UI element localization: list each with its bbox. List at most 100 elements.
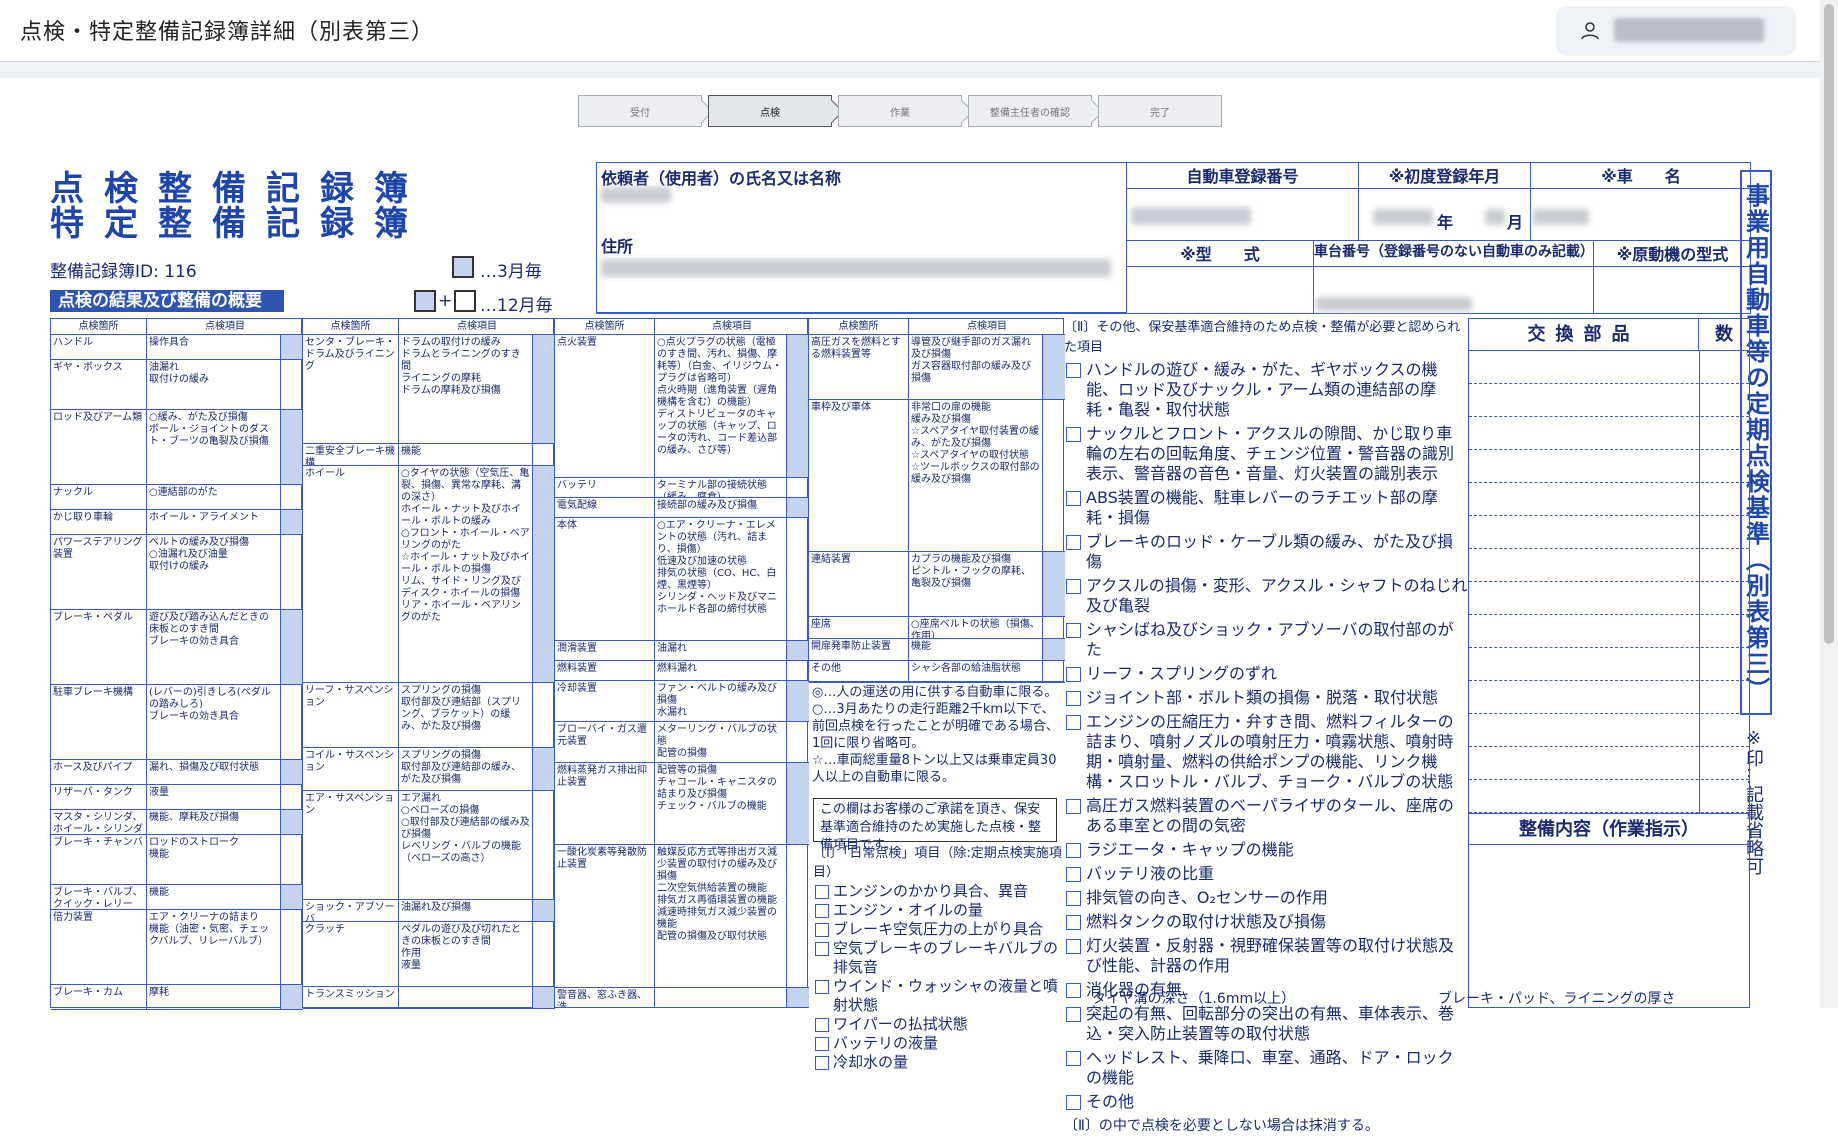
check-cell[interactable] bbox=[281, 760, 303, 785]
inspection-place: ハンドル bbox=[51, 335, 147, 360]
other-check-item[interactable]: 排気管の向き、O₂センサーの作用 bbox=[1064, 888, 1468, 908]
check-cell[interactable] bbox=[787, 661, 809, 681]
daily-check-item[interactable]: ブレーキ空気圧力の上がり具合 bbox=[813, 920, 1063, 939]
check-cell[interactable] bbox=[281, 610, 303, 685]
daily-check-item[interactable]: 冷却水の量 bbox=[813, 1053, 1063, 1072]
daily-check-item[interactable]: バッテリの液量 bbox=[813, 1034, 1063, 1053]
check-cell[interactable] bbox=[787, 722, 809, 763]
parts-row[interactable] bbox=[1469, 384, 1749, 417]
user-menu[interactable] bbox=[1556, 6, 1796, 56]
check-cell[interactable] bbox=[1043, 335, 1065, 400]
daily-check-item[interactable]: ウインド・ウォッシャの液量と噴射状態 bbox=[813, 977, 1063, 1015]
other-check-item[interactable]: シャシばね及びショック・アブソーバの取付部のがた bbox=[1064, 620, 1468, 660]
other-check-item[interactable]: バッテリ液の比重 bbox=[1064, 864, 1468, 884]
check-cell[interactable] bbox=[1043, 639, 1065, 661]
other-check-item[interactable]: ABS装置の機能、駐車レバーのラチエット部の摩耗・損傷 bbox=[1064, 488, 1468, 528]
other-check-item[interactable]: ヘッドレスト、乗降口、車室、通路、ドア・ロックの機能 bbox=[1064, 1048, 1468, 1088]
check-cell[interactable] bbox=[787, 478, 809, 498]
parts-row[interactable] bbox=[1469, 483, 1749, 516]
inspection-place: 本体 bbox=[555, 518, 655, 641]
check-cell[interactable] bbox=[281, 335, 303, 360]
parts-row[interactable] bbox=[1469, 516, 1749, 549]
check-cell[interactable] bbox=[533, 791, 555, 900]
check-cell[interactable] bbox=[1043, 552, 1065, 617]
other-check-item[interactable]: 突起の有無、回転部分の突出の有無、車体表示、巻込・突入防止装置等の取付状態 bbox=[1064, 1004, 1468, 1044]
parts-divider bbox=[1699, 516, 1700, 549]
check-cell[interactable] bbox=[533, 683, 555, 748]
other-heading: 〔Ⅱ〕その他、保安基準適合維持のため点検・整備が必要と認められた項目 bbox=[1064, 320, 1461, 355]
inspection-place: ブレーキ・チャンバ bbox=[51, 835, 147, 885]
inspection-item: ロッドのストローク 機能 bbox=[147, 835, 281, 885]
check-cell[interactable] bbox=[1043, 400, 1065, 552]
other-check-item[interactable]: エンジンの圧縮圧力・弁すき間、燃料フィルターの詰まり、噴射ノズルの噴射圧力・噴霧… bbox=[1064, 712, 1468, 792]
other-check-item[interactable]: その他 bbox=[1064, 1092, 1468, 1112]
legend-12m-box-b bbox=[454, 290, 476, 312]
other-check-item[interactable]: ナックルとフロント・アクスルの隙間、かじ取り車輪の左右の回転角度、チェンジ位置・… bbox=[1064, 424, 1468, 484]
inspection-grid-1: 点検箇所 点検項目 ハンドル 操作具合 ギヤ・ボックス 油漏れ 取付けの緩み ロッド及びアー… bbox=[50, 318, 303, 1010]
check-cell[interactable] bbox=[787, 763, 809, 845]
parts-row[interactable] bbox=[1469, 780, 1749, 813]
check-cell[interactable] bbox=[533, 466, 555, 683]
check-cell[interactable] bbox=[281, 685, 303, 760]
check-cell[interactable] bbox=[533, 987, 555, 1009]
parts-row[interactable] bbox=[1469, 549, 1749, 582]
check-cell[interactable] bbox=[533, 335, 555, 444]
parts-row[interactable] bbox=[1469, 582, 1749, 615]
check-cell[interactable] bbox=[1043, 661, 1065, 683]
check-cell[interactable] bbox=[787, 845, 809, 988]
check-cell[interactable] bbox=[281, 885, 303, 910]
parts-row[interactable] bbox=[1469, 747, 1749, 780]
inspection-item: メターリング・バルブの状態 配管の損傷 bbox=[655, 722, 787, 763]
check-cell[interactable] bbox=[281, 835, 303, 885]
parts-row[interactable] bbox=[1469, 351, 1749, 384]
parts-row[interactable] bbox=[1469, 648, 1749, 681]
check-cell[interactable] bbox=[787, 681, 809, 722]
inspection-item: 油漏れ及び損傷 bbox=[399, 900, 533, 922]
inspection-item: スプリングの損傷 取付部及び連結部の緩み、がた及び損傷 bbox=[399, 748, 533, 791]
parts-heading: 交換部品 bbox=[1469, 319, 1699, 351]
parts-row[interactable] bbox=[1469, 714, 1749, 747]
check-cell[interactable] bbox=[281, 510, 303, 535]
check-cell[interactable] bbox=[281, 785, 303, 810]
daily-check-item[interactable]: ワイパーの払拭状態 bbox=[813, 1015, 1063, 1034]
check-cell[interactable] bbox=[281, 810, 303, 835]
scroll-thumb[interactable] bbox=[1824, 4, 1834, 644]
other-check-item[interactable]: ブレーキのロッド・ケーブル類の緩み、がた及び損傷 bbox=[1064, 532, 1468, 572]
check-cell[interactable] bbox=[1043, 617, 1065, 639]
check-cell[interactable] bbox=[533, 900, 555, 922]
other-check-item[interactable]: アクスルの損傷・変形、アクスル・シャフトのねじれ及び亀裂 bbox=[1064, 576, 1468, 616]
check-cell[interactable] bbox=[281, 360, 303, 410]
parts-row[interactable] bbox=[1469, 615, 1749, 648]
parts-row[interactable] bbox=[1469, 450, 1749, 483]
check-cell[interactable] bbox=[281, 985, 303, 1010]
other-check-item[interactable]: 灯火装置・反射器・視野確保装置等の取付け状態及び性能、計器の作用 bbox=[1064, 936, 1468, 976]
other-check-item[interactable]: リーフ・スプリングのずれ bbox=[1064, 664, 1468, 684]
check-cell[interactable] bbox=[787, 641, 809, 661]
other-check-item[interactable]: ハンドルの遊び・緩み・がた、ギヤボックスの機能、ロッド及びナックル・アーム類の連… bbox=[1064, 360, 1468, 420]
check-cell[interactable] bbox=[787, 498, 809, 518]
check-cell[interactable] bbox=[281, 485, 303, 510]
daily-check-item[interactable]: エンジンのかかり具合、異音 bbox=[813, 882, 1063, 901]
check-cell[interactable] bbox=[281, 410, 303, 485]
check-cell[interactable] bbox=[787, 988, 809, 1008]
inspection-item: ホイール・アライメント bbox=[147, 510, 281, 535]
inspection-grid-4: 点検箇所 点検項目 高圧ガスを燃料とする燃料装置等 導管及び継手部のガス漏れ及び損傷 … bbox=[808, 318, 1065, 683]
model-cell bbox=[1127, 267, 1314, 313]
other-check-item[interactable]: ジョイント部・ボルト類の損傷・脱落・取付状態 bbox=[1064, 688, 1468, 708]
inspection-place: その他 bbox=[809, 661, 909, 683]
daily-check-item[interactable]: エンジン・オイルの量 bbox=[813, 901, 1063, 920]
parts-row[interactable] bbox=[1469, 417, 1749, 450]
check-cell[interactable] bbox=[787, 518, 809, 641]
other-check-item[interactable]: ラジエータ・キャップの機能 bbox=[1064, 840, 1468, 860]
check-cell[interactable] bbox=[533, 922, 555, 987]
other-check-item[interactable]: 燃料タンクの取付け状態及び損傷 bbox=[1064, 912, 1468, 932]
check-cell[interactable] bbox=[787, 335, 809, 478]
scrollbar[interactable] bbox=[1820, 0, 1838, 1008]
check-cell[interactable] bbox=[281, 910, 303, 985]
parts-row[interactable] bbox=[1469, 681, 1749, 714]
daily-check-item[interactable]: 空気ブレーキのブレーキバルブの排気音 bbox=[813, 939, 1063, 977]
check-cell[interactable] bbox=[281, 535, 303, 610]
other-check-item[interactable]: 高圧ガス燃料装置のベーパライザのタール、座席のある車室との間の気密 bbox=[1064, 796, 1468, 836]
check-cell[interactable] bbox=[533, 444, 555, 466]
check-cell[interactable] bbox=[533, 748, 555, 791]
